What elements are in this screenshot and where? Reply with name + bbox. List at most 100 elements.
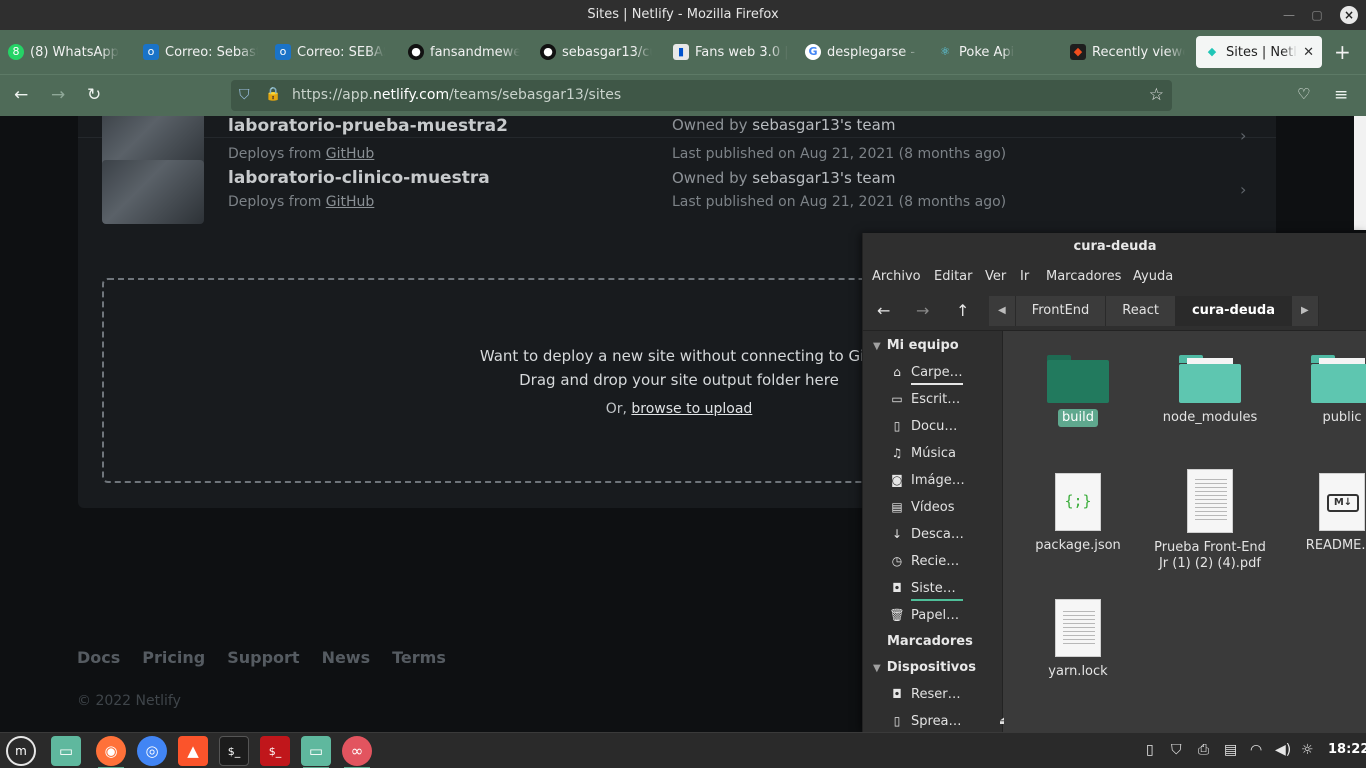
back-icon[interactable]: ← bbox=[877, 301, 890, 320]
shield-tray-icon[interactable]: ⛉ bbox=[1171, 742, 1182, 758]
footer-link-terms[interactable]: Terms bbox=[392, 648, 446, 667]
breadcrumb-react[interactable]: React bbox=[1106, 296, 1176, 326]
file-label: build bbox=[1058, 409, 1098, 427]
forward-icon[interactable]: → bbox=[916, 301, 929, 320]
notes-icon[interactable]: ▤ bbox=[1224, 742, 1237, 758]
file-item-prueba-pdf[interactable]: Prueba Front-End Jr (1) (2) (4).pdf bbox=[1150, 469, 1270, 573]
clipboard-icon[interactable]: ▯ bbox=[1146, 742, 1154, 758]
sidebar-item-escritorio[interactable]: ▭ Escrit… bbox=[889, 392, 999, 414]
browse-to-upload-link[interactable]: browse to upload bbox=[631, 401, 752, 417]
pocket-icon[interactable]: ♡ bbox=[1297, 85, 1310, 103]
minimize-icon[interactable]: — bbox=[1280, 6, 1298, 24]
firefox-icon[interactable]: ◉ bbox=[96, 736, 126, 768]
sidebar-item-papelera[interactable]: 🗑 Papel… bbox=[889, 608, 999, 630]
tab-correo-2[interactable]: o Correo: SEBAS bbox=[275, 36, 385, 68]
file-manager-task-icon[interactable]: ▭ bbox=[301, 736, 331, 768]
site-row[interactable]: laboratorio-clinico-muestra Deploys from… bbox=[78, 138, 1276, 226]
text-file-icon bbox=[1055, 599, 1101, 657]
outlook-icon: o bbox=[275, 44, 291, 60]
sidebar-item-musica[interactable]: ♫ Música bbox=[889, 446, 999, 468]
maximize-icon[interactable]: ▢ bbox=[1308, 6, 1326, 24]
react-icon: ⚛ bbox=[940, 45, 950, 58]
sidebar-item-imagenes[interactable]: ◙ Imáge… bbox=[889, 473, 999, 495]
forward-icon[interactable]: → bbox=[51, 85, 65, 105]
footer-link-docs[interactable]: Docs bbox=[77, 648, 120, 667]
tab-label: fansandmewe bbox=[430, 44, 520, 60]
sidebar-item-recientes[interactable]: ◷ Recie… bbox=[889, 554, 999, 576]
url-bar[interactable]: ⛉ 🔒 https://app.netlify.com/teams/sebasg… bbox=[231, 80, 1172, 111]
site-name[interactable]: laboratorio-clinico-muestra bbox=[228, 168, 490, 188]
mint-menu-icon[interactable]: m bbox=[6, 736, 36, 766]
terminal-icon[interactable]: $_ bbox=[219, 736, 249, 766]
footer-link-pricing[interactable]: Pricing bbox=[142, 648, 205, 667]
menu-icon[interactable]: ≡ bbox=[1334, 85, 1348, 105]
copyright: © 2022 Netlify bbox=[77, 693, 181, 709]
sidebar-section-mi-equipo[interactable]: ▼ Mi equipo bbox=[873, 338, 959, 353]
chrome-icon[interactable]: ◎ bbox=[137, 736, 167, 766]
breadcrumb-left-icon[interactable]: ◀ bbox=[989, 296, 1016, 326]
up-icon[interactable]: ↑ bbox=[956, 301, 969, 320]
file-item-readme[interactable]: M↓ README.m bbox=[1282, 473, 1366, 555]
file-item-node-modules[interactable]: node_modules bbox=[1150, 355, 1270, 427]
sidebar-section-dispositivos[interactable]: ▼ Dispositivos bbox=[873, 660, 976, 675]
menu-archivo[interactable]: Archivo bbox=[872, 269, 921, 284]
new-tab-button[interactable]: + bbox=[1334, 40, 1351, 64]
back-icon[interactable]: ← bbox=[14, 85, 28, 105]
sidebar-item-spreadtrum[interactable]: ▯Sprea…⏏ bbox=[889, 714, 1010, 732]
wifi-icon[interactable]: ◠ bbox=[1250, 742, 1262, 758]
file-item-package-json[interactable]: {;} package.json bbox=[1018, 473, 1138, 555]
tab-poke-api[interactable]: ⚛ Poke Api bbox=[937, 36, 1047, 68]
sidebar-item-descargas[interactable]: ↓ Desca… bbox=[889, 527, 999, 549]
file-item-public[interactable]: public bbox=[1282, 355, 1366, 427]
menu-editar[interactable]: Editar bbox=[934, 269, 973, 284]
folder-icon bbox=[1179, 355, 1241, 403]
sidebar-item-sistema[interactable]: ◘ Siste… bbox=[889, 581, 999, 603]
reload-icon[interactable]: ↻ bbox=[87, 85, 101, 105]
files-launcher-icon[interactable]: ▭ bbox=[51, 736, 81, 766]
url-text[interactable]: https://app.netlify.com/teams/sebasgar13… bbox=[292, 87, 621, 103]
footer-link-support[interactable]: Support bbox=[227, 648, 299, 667]
tab-google[interactable]: G desplegarse - E bbox=[805, 36, 920, 68]
tab-correo-1[interactable]: o Correo: Sebast bbox=[143, 36, 258, 68]
terminal-red-icon[interactable]: $_ bbox=[260, 736, 290, 766]
tab-label: (8) WhatsApp bbox=[30, 44, 119, 60]
tab-github-sebasgar13[interactable]: ● sebasgar13/cu bbox=[540, 36, 652, 68]
tab-github-fansandmewe[interactable]: ● fansandmewe bbox=[408, 36, 520, 68]
lock-icon[interactable]: 🔒 bbox=[265, 87, 281, 102]
tab-netlify-sites[interactable]: ◆ Sites | Netlif ✕ bbox=[1196, 36, 1322, 68]
file-item-build[interactable]: build bbox=[1018, 355, 1138, 427]
tab-trello[interactable]: ▮ Fans web 3.0 | bbox=[673, 36, 788, 68]
menu-marcadores[interactable]: Marcadores bbox=[1046, 269, 1121, 284]
page-scrollbar[interactable] bbox=[1354, 116, 1366, 230]
glasses-app-icon[interactable]: ∞ bbox=[342, 736, 372, 768]
menu-ir[interactable]: Ir bbox=[1020, 269, 1029, 284]
bookmark-star-icon[interactable]: ☆ bbox=[1149, 85, 1164, 105]
site-row[interactable]: laboratorio-prueba-muestra2 Deploys from… bbox=[78, 116, 1276, 172]
close-tab-icon[interactable]: ✕ bbox=[1303, 45, 1314, 60]
brave-icon[interactable]: ▲ bbox=[178, 736, 208, 766]
menu-ver[interactable]: Ver bbox=[985, 269, 1006, 284]
breadcrumb-right-icon[interactable]: ▶ bbox=[1291, 296, 1319, 326]
file-item-yarn-lock[interactable]: yarn.lock bbox=[1018, 599, 1138, 681]
sidebar-section-marcadores[interactable]: Marcadores bbox=[887, 634, 973, 649]
footer-link-news[interactable]: News bbox=[322, 648, 371, 667]
brightness-icon[interactable]: ☼ bbox=[1301, 742, 1314, 758]
tracking-shield-icon[interactable]: ⛉ bbox=[239, 87, 250, 103]
sidebar-item-videos[interactable]: ▤ Vídeos bbox=[889, 500, 999, 522]
volume-icon[interactable]: ◀) bbox=[1275, 742, 1291, 758]
sidebar-item-documentos[interactable]: ▯ Docu… bbox=[889, 419, 999, 441]
github-link[interactable]: GitHub bbox=[326, 194, 375, 210]
printer-icon[interactable]: ⎙ bbox=[1198, 742, 1209, 758]
sidebar-item-reservado[interactable]: ◘ Reser… bbox=[889, 687, 999, 709]
site-name[interactable]: laboratorio-prueba-muestra2 bbox=[228, 116, 508, 136]
breadcrumb-frontend[interactable]: FrontEnd bbox=[1015, 296, 1107, 326]
close-window-icon[interactable]: × bbox=[1340, 6, 1358, 24]
file-manager-menubar: Archivo Editar Ver Ir Marcadores Ayuda bbox=[863, 263, 1366, 291]
breadcrumb: ◀ FrontEnd React cura-deuda ▶ bbox=[989, 296, 1319, 326]
tab-figma[interactable]: ◆ Recently viewe bbox=[1070, 36, 1185, 68]
tab-whatsapp[interactable]: 8 (8) WhatsApp bbox=[8, 36, 128, 68]
sidebar-item-carpeta-personal[interactable]: ⌂ Carpe… bbox=[889, 365, 999, 387]
clock[interactable]: 18:22 bbox=[1328, 742, 1366, 757]
menu-ayuda[interactable]: Ayuda bbox=[1133, 269, 1173, 284]
breadcrumb-cura-deuda[interactable]: cura-deuda bbox=[1175, 296, 1292, 326]
